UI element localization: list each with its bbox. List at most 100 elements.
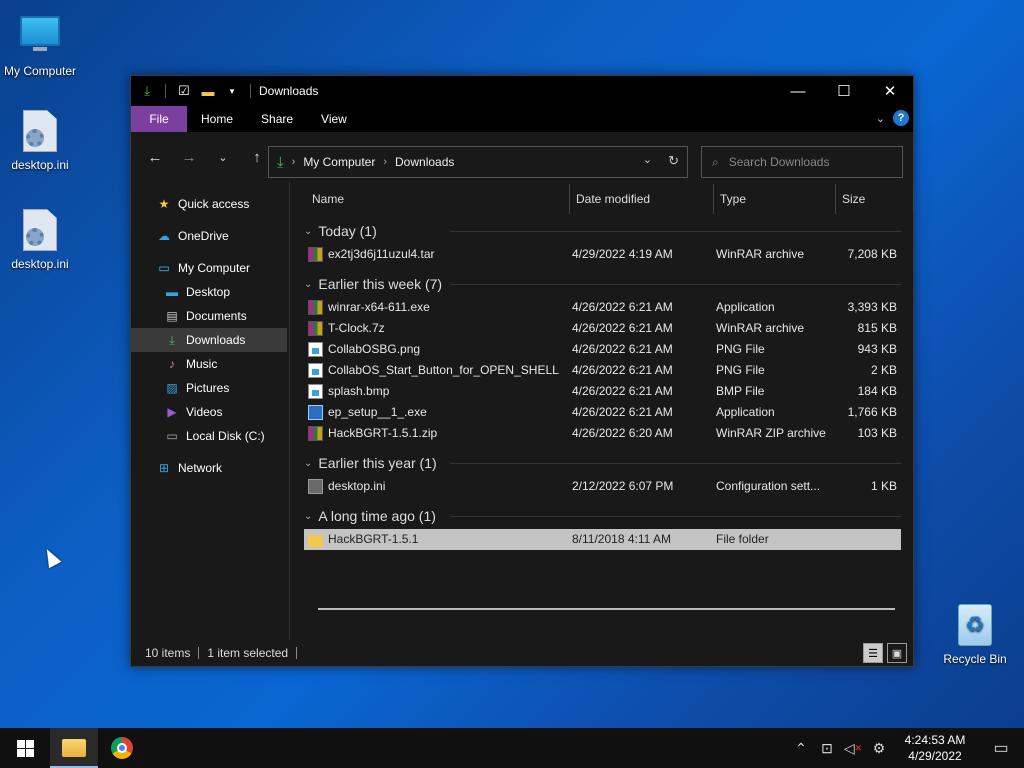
chevron-up-icon[interactable]: ⌃ <box>788 740 814 757</box>
properties-icon[interactable]: ☑ <box>176 83 192 99</box>
file-type: Configuration sett... <box>716 479 821 493</box>
file-row[interactable]: winrar-x64-611.exe 4/26/2022 6:21 AM Appli… <box>300 297 913 318</box>
column-header-name[interactable]: Name <box>306 184 570 214</box>
chevron-right-icon[interactable]: › <box>292 156 296 168</box>
desktop-icon-recycle-bin[interactable]: ♻ Recycle Bin <box>935 604 1015 666</box>
desktop-icon-label: Recycle Bin <box>943 652 1007 666</box>
file-size: 815 KB <box>857 321 897 335</box>
file-size: 3,393 KB <box>847 300 897 314</box>
file-name: HackBGRT-1.5.1.zip <box>328 426 438 440</box>
up-arrow-icon[interactable]: ↑ <box>245 145 269 169</box>
breadcrumb-downloads[interactable]: Downloads <box>395 155 454 169</box>
nav-item-quick-access[interactable]: ★ Quick access <box>131 192 287 216</box>
column-header-date-modified[interactable]: Date modified <box>570 184 714 214</box>
address-bar[interactable]: ⤓ › My Computer › Downloads ⌄ ↻ <box>268 146 688 178</box>
taskbar-chrome[interactable] <box>98 728 146 768</box>
group-label: Earlier this year (1) <box>318 455 437 471</box>
file-row[interactable]: T-Clock.7z 4/26/2022 6:21 AM WinRAR archiv… <box>300 318 913 339</box>
address-dropdown-icon[interactable]: ⌄ <box>643 153 652 169</box>
file-row[interactable]: ex2tj3d6j11uzul4.tar 4/29/2022 4:19 AM Win… <box>300 244 913 265</box>
customize-toolbar-icon[interactable]: ▾ <box>224 83 240 99</box>
desktop-icon-desktop-ini-2[interactable]: desktop.ini <box>0 209 80 271</box>
volume-muted-icon[interactable]: ◁ ✕ <box>840 740 866 757</box>
tab-share[interactable]: Share <box>247 106 307 132</box>
title-bar[interactable]: ⤓ ☑ ▬ ▾ Downloads — ☐ ✕ <box>131 76 913 106</box>
desktop-icon-desktop-ini[interactable]: desktop.ini <box>0 110 80 172</box>
search-input[interactable]: ⌕ Search Downloads <box>701 146 903 178</box>
nav-item-onedrive[interactable]: ☁ OneDrive <box>131 224 287 248</box>
nav-item-local-disk[interactable]: ▭ Local Disk (C:) <box>131 424 287 448</box>
network-icon[interactable]: ⊡ <box>814 740 840 757</box>
desktop-folder-icon: ▬ <box>166 285 178 299</box>
taskbar-file-explorer[interactable] <box>50 728 98 768</box>
pane-divider[interactable] <box>289 182 290 640</box>
tab-home[interactable]: Home <box>187 106 247 132</box>
group-label: Today (1) <box>318 223 377 239</box>
recent-locations-icon[interactable]: ⌄ <box>211 145 235 169</box>
nav-item-documents[interactable]: ▤ Documents <box>131 304 287 328</box>
back-arrow-icon[interactable]: ← <box>143 145 167 169</box>
nav-item-videos[interactable]: ▶ Videos <box>131 400 287 424</box>
file-date: 4/26/2022 6:21 AM <box>572 405 673 419</box>
group-header-a-long-time-ago[interactable]: ⌄ A long time ago (1) <box>300 503 913 529</box>
column-header-size[interactable]: Size <box>836 184 914 214</box>
clock[interactable]: 4:24:53 AM 4/29/2022 <box>892 732 978 764</box>
file-type: WinRAR archive <box>716 321 805 335</box>
desktop-icon-label: desktop.ini <box>11 158 69 172</box>
new-folder-icon[interactable]: ▬ <box>200 83 216 99</box>
navigation-bar: ← → ⌄ ↑ ⤓ › My Computer › Downloads ⌄ ↻ … <box>131 132 913 182</box>
notifications-icon[interactable]: ▭ <box>978 738 1024 758</box>
tab-file[interactable]: File <box>131 106 187 132</box>
gear-icon[interactable]: ⚙ <box>866 740 892 757</box>
horizontal-scrollbar[interactable] <box>318 608 895 610</box>
nav-item-pictures[interactable]: ▨ Pictures <box>131 376 287 400</box>
details-view-icon[interactable]: ☰ <box>863 643 883 663</box>
file-row[interactable]: splash.bmp 4/26/2022 6:21 AM BMP File 184 K… <box>300 381 913 402</box>
group-header-today[interactable]: ⌄ Today (1) <box>300 218 913 244</box>
close-button[interactable]: ✕ <box>867 76 913 106</box>
nav-item-downloads[interactable]: ⤓ Downloads <box>131 328 287 352</box>
nav-item-label: Downloads <box>186 333 246 347</box>
nav-item-network[interactable]: ⊞ Network <box>131 456 287 480</box>
file-row[interactable]: ep_setup__1_.exe 4/26/2022 6:21 AM Applica… <box>300 402 913 423</box>
chevron-right-icon[interactable]: › <box>383 156 387 168</box>
file-date: 2/12/2022 6:07 PM <box>572 479 674 493</box>
nav-item-music[interactable]: ♪ Music <box>131 352 287 376</box>
start-button[interactable] <box>0 728 50 768</box>
system-tray: ⌃ ⊡ ◁ ✕ ⚙ 4:24:53 AM 4/29/2022 ▭ <box>788 728 1024 768</box>
maximize-button[interactable]: ☐ <box>821 76 867 106</box>
file-row[interactable]: CollabOSBG.png 4/26/2022 6:21 AM PNG File 9… <box>300 339 913 360</box>
minimize-button[interactable]: — <box>775 76 821 106</box>
config-file-icon <box>18 209 62 253</box>
column-headers: Name Date modified Type Size <box>300 184 914 214</box>
desktop-icon-my-computer[interactable]: My Computer <box>0 10 80 78</box>
nav-item-my-computer[interactable]: ▭ My Computer <box>131 256 287 280</box>
file-date: 4/29/2022 4:19 AM <box>572 247 673 261</box>
nav-item-desktop[interactable]: ▬ Desktop <box>131 280 287 304</box>
file-row-selected[interactable]: HackBGRT-1.5.1 8/11/2018 4:11 AM File fold… <box>304 529 901 550</box>
file-date: 4/26/2022 6:20 AM <box>572 426 673 440</box>
file-type: Application <box>716 405 775 419</box>
file-date: 4/26/2022 6:21 AM <box>572 384 673 398</box>
nav-item-label: Network <box>178 461 223 475</box>
nav-item-label: Pictures <box>186 381 230 395</box>
file-row[interactable]: desktop.ini 2/12/2022 6:07 PM Configuratio… <box>300 476 913 497</box>
column-header-type[interactable]: Type <box>714 184 836 214</box>
large-icons-view-icon[interactable]: ▣ <box>887 643 907 663</box>
group-header-earlier-this-week[interactable]: ⌄ Earlier this week (7) <box>300 271 913 297</box>
expand-ribbon-icon[interactable]: ⌄ <box>876 112 885 125</box>
tab-view[interactable]: View <box>307 106 361 132</box>
forward-arrow-icon[interactable]: → <box>177 145 201 169</box>
group-header-earlier-this-year[interactable]: ⌄ Earlier this year (1) <box>300 450 913 476</box>
nav-item-label: Quick access <box>178 197 250 211</box>
file-date: 8/11/2018 4:11 AM <box>572 532 671 546</box>
file-name: HackBGRT-1.5.1 <box>328 532 419 546</box>
file-row[interactable]: CollabOS_Start_Button_for_OPEN_SHELL....… <box>300 360 913 381</box>
file-row[interactable]: HackBGRT-1.5.1.zip 4/26/2022 6:20 AM WinRA… <box>300 423 913 444</box>
refresh-icon[interactable]: ↻ <box>668 153 679 169</box>
mouse-cursor-icon <box>40 545 62 569</box>
file-size: 1 KB <box>870 479 897 493</box>
breadcrumb-my-computer[interactable]: My Computer <box>303 155 375 169</box>
file-date: 4/26/2022 6:21 AM <box>572 342 673 356</box>
help-icon[interactable]: ? <box>893 110 909 126</box>
